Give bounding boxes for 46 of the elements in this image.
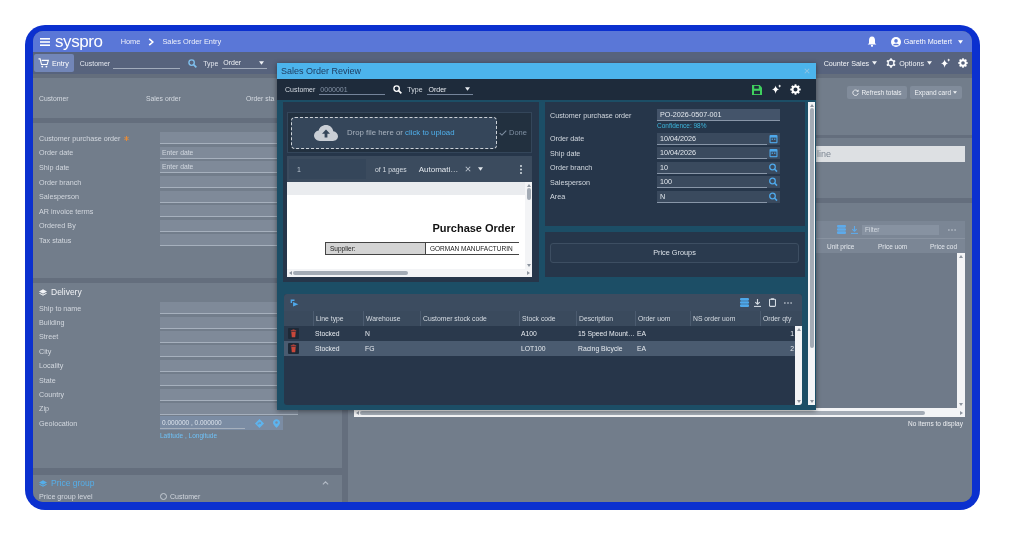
gear-icon [886,58,897,68]
layers-icon [39,479,47,487]
more-icon[interactable] [784,301,792,304]
save-icon[interactable] [752,84,762,95]
section-title: Price group [51,478,95,488]
calendar-icon[interactable] [767,147,780,160]
scrollbar[interactable] [808,102,815,405]
calendar-icon[interactable] [767,132,780,145]
caret-icon [478,167,484,171]
caret-icon [953,91,957,94]
caret-icon [958,39,963,44]
scrollbar[interactable] [287,269,532,277]
scrollbar[interactable] [957,253,965,408]
caret-icon [259,60,265,65]
zoom-dropdown[interactable]: Automati… [418,164,484,174]
trash-icon[interactable] [288,343,299,354]
cart-icon [38,58,49,68]
download-icon[interactable] [754,298,761,307]
user-icon [890,36,901,47]
caret-icon [464,87,470,91]
refresh-icon [852,89,860,96]
settings-icon[interactable] [790,84,801,95]
settings-icon[interactable] [958,58,968,68]
caret-icon [872,61,878,65]
trash-icon[interactable] [288,328,299,339]
input-field[interactable] [160,402,298,415]
document-title: Purchase Order [431,221,515,235]
sparkle-icon[interactable] [940,57,951,69]
clipboard-icon[interactable] [769,298,776,307]
search-icon[interactable] [393,85,403,94]
arrow-icon[interactable] [290,298,299,307]
cloud-upload-icon [314,124,338,141]
close-icon[interactable] [465,166,472,172]
dialog-title: Sales Order Review [281,66,362,76]
bell-icon[interactable] [866,36,877,47]
layers-icon [39,288,47,296]
chevron-right-icon [148,37,155,46]
app-logo: syspro [55,33,103,50]
scrollbar[interactable] [795,326,802,405]
scrollbar[interactable] [525,182,532,269]
check-icon [499,129,507,136]
section-title: Delivery [51,287,82,297]
sparkle-icon[interactable] [771,84,782,95]
caret-icon [927,61,932,65]
radio-button-icon[interactable] [160,492,167,500]
menu-icon[interactable] [40,37,50,46]
